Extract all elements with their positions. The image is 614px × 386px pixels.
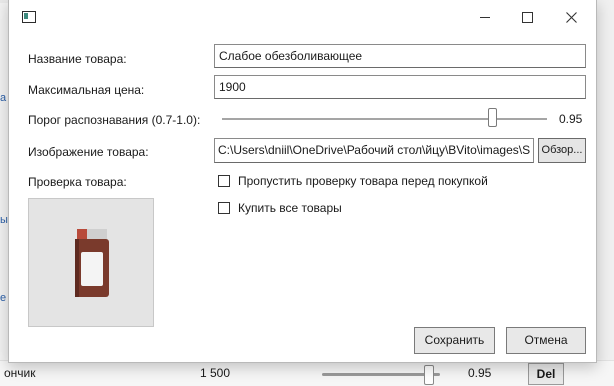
product-name-label: Название товара: xyxy=(28,52,127,66)
skip-check-text: Пропустить проверку товара перед покупко… xyxy=(238,174,488,188)
max-price-label: Максимальная цена: xyxy=(28,83,145,97)
background-row-slider[interactable] xyxy=(322,373,440,376)
product-image-preview xyxy=(28,198,154,327)
threshold-value: 0.95 xyxy=(559,112,583,126)
close-button[interactable] xyxy=(551,4,591,30)
product-check-label: Проверка товара: xyxy=(28,175,127,189)
product-image-label: Изображение товара: xyxy=(28,145,149,159)
threshold-label: Порог распознавания (0.7-1.0): xyxy=(28,113,201,127)
medicine-bottle-image xyxy=(75,229,109,297)
skip-check-row[interactable]: Пропустить проверку товара перед покупко… xyxy=(218,174,488,188)
close-icon xyxy=(565,11,577,23)
background-fragment: е xyxy=(0,292,7,304)
buy-all-row[interactable]: Купить все товары xyxy=(218,201,342,215)
delete-button[interactable]: Del xyxy=(528,363,564,385)
background-fragment: ы xyxy=(0,214,8,226)
background-row-threshold: 0.95 xyxy=(468,366,492,380)
background-window-strip xyxy=(596,0,614,360)
buy-all-text: Купить все товары xyxy=(238,201,342,215)
buy-all-checkbox[interactable] xyxy=(218,202,230,214)
cancel-button[interactable]: Отмена xyxy=(506,327,586,354)
threshold-slider-thumb[interactable] xyxy=(487,108,497,127)
app-window-icon xyxy=(22,11,36,23)
image-path-input[interactable]: C:\Users\dniil\OneDrive\Рабочий стол\йцу… xyxy=(214,138,534,163)
background-table-row[interactable]: ончик 1 500 0.95 Del xyxy=(0,360,614,386)
minimize-icon xyxy=(480,16,490,18)
background-fragment: а xyxy=(0,92,7,104)
background-row-name: ончик xyxy=(4,366,36,380)
max-price-input[interactable]: 1900 xyxy=(214,75,586,99)
product-name-input[interactable]: Слабое обезболивающее xyxy=(214,44,586,68)
background-row-slider-thumb[interactable] xyxy=(424,365,435,385)
title-bar[interactable] xyxy=(9,0,596,34)
browse-button[interactable]: Обзор... xyxy=(538,138,586,163)
edit-product-dialog: Название товара: Слабое обезболивающее М… xyxy=(8,0,597,363)
minimize-button[interactable] xyxy=(465,4,505,30)
save-button[interactable]: Сохранить xyxy=(414,327,495,354)
skip-check-checkbox[interactable] xyxy=(218,175,230,187)
maximize-button[interactable] xyxy=(507,4,547,30)
threshold-slider[interactable] xyxy=(222,118,547,120)
maximize-icon xyxy=(521,11,533,23)
background-row-price: 1 500 xyxy=(200,366,231,380)
